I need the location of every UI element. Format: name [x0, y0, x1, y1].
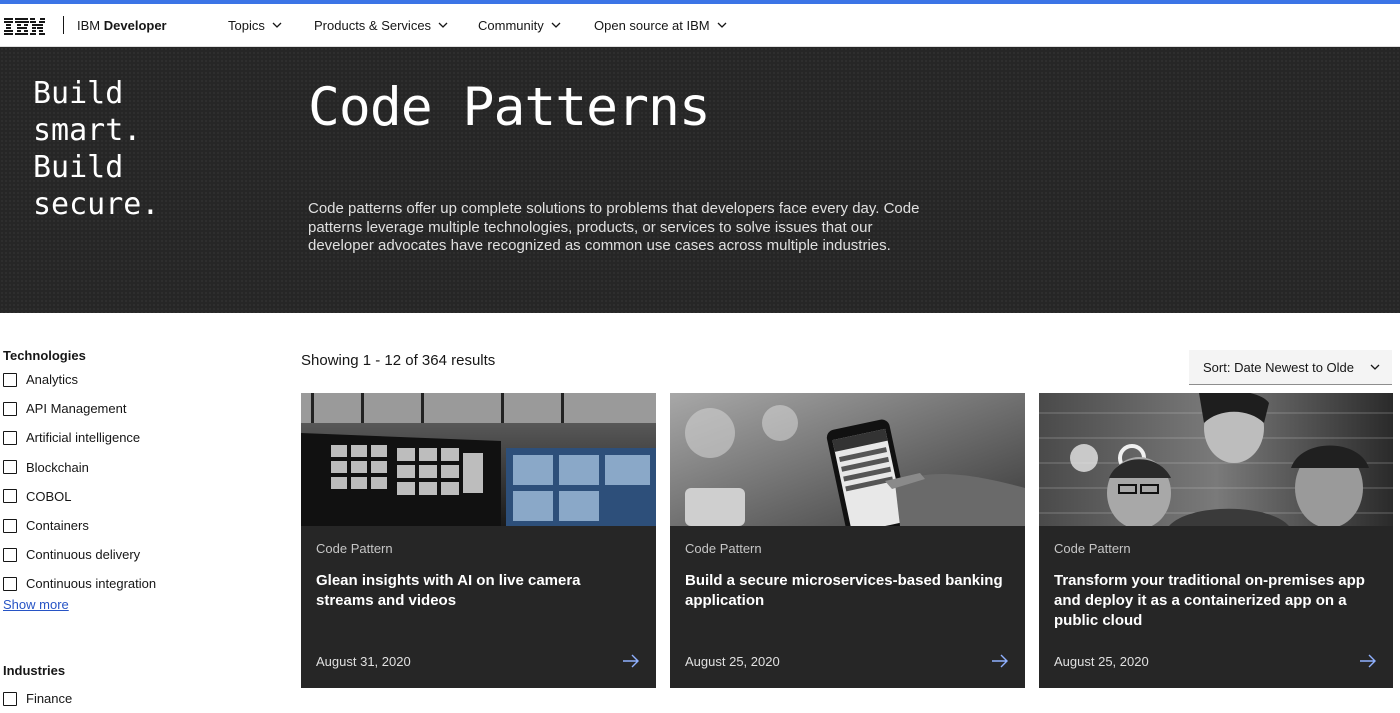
- nav-divider: [63, 16, 64, 34]
- card-title[interactable]: Build a secure microservices-based banki…: [685, 571, 1010, 611]
- filter-label: API Management: [26, 401, 127, 417]
- chevron-down-icon: [438, 22, 448, 28]
- checkbox[interactable]: [3, 518, 17, 533]
- filter-label: Finance: [26, 691, 73, 707]
- filter-label: Analytics: [26, 372, 79, 388]
- card-type-label: Code Pattern: [685, 541, 762, 556]
- card-title[interactable]: Transform your traditional on-premises a…: [1054, 571, 1379, 631]
- arrow-right-icon[interactable]: [622, 654, 640, 668]
- filter-containers[interactable]: Containers: [3, 511, 263, 540]
- filter-finance[interactable]: Finance: [3, 684, 72, 713]
- card-date: August 25, 2020: [1054, 654, 1149, 669]
- filter-label: COBOL: [26, 488, 72, 504]
- industries-filter-group: Industries Finance: [3, 663, 72, 713]
- chevron-down-icon: [1370, 364, 1380, 370]
- sort-label: Sort: Date Newest to Olde: [1203, 359, 1355, 375]
- online-banking-phone-image: [670, 393, 1025, 526]
- code-pattern-card[interactable]: Code Pattern Glean insights with AI on l…: [301, 393, 656, 688]
- filter-label: Artificial intelligence: [26, 430, 141, 446]
- card-date: August 31, 2020: [316, 654, 411, 669]
- hero-tagline: Build smart. Build secure.: [33, 76, 160, 222]
- filter-sidebar: Technologies Analytics API Management Ar…: [3, 348, 263, 612]
- menu-open-source[interactable]: Open source at IBM: [594, 18, 727, 33]
- developers-at-screen-image: [1039, 393, 1393, 526]
- hero-banner: Build smart. Build secure. Code Patterns…: [0, 47, 1400, 313]
- hero-description: Code patterns offer up complete solution…: [308, 200, 920, 254]
- menu-community[interactable]: Community: [478, 18, 561, 33]
- card-date: August 25, 2020: [685, 654, 780, 669]
- menu-topics[interactable]: Topics: [228, 18, 282, 33]
- chevron-down-icon: [717, 22, 727, 28]
- checkbox[interactable]: [3, 547, 17, 562]
- checkbox[interactable]: [3, 576, 17, 591]
- filter-analytics[interactable]: Analytics: [3, 365, 263, 394]
- brand-prefix: IBM: [77, 18, 101, 33]
- arrow-right-icon[interactable]: [1359, 654, 1377, 668]
- brand-suffix: Developer: [103, 18, 167, 33]
- sort-dropdown[interactable]: Sort: Date Newest to Olde: [1189, 350, 1392, 385]
- menu-label: Community: [478, 18, 544, 33]
- filter-cobol[interactable]: COBOL: [3, 482, 263, 511]
- filter-blockchain[interactable]: Blockchain: [3, 453, 263, 482]
- checkbox[interactable]: [3, 372, 17, 387]
- menu-products-services[interactable]: Products & Services: [314, 18, 448, 33]
- filter-continuous-integration[interactable]: Continuous integration: [3, 569, 263, 598]
- code-pattern-card[interactable]: Code Pattern Build a secure microservice…: [670, 393, 1025, 688]
- filter-api-management[interactable]: API Management: [3, 394, 263, 423]
- code-pattern-card[interactable]: Code Pattern Transform your traditional …: [1039, 393, 1393, 688]
- checkbox[interactable]: [3, 401, 17, 416]
- menu-label: Topics: [228, 18, 265, 33]
- card-type-label: Code Pattern: [316, 541, 393, 556]
- checkbox[interactable]: [3, 691, 17, 706]
- checkbox[interactable]: [3, 460, 17, 475]
- filter-label: Containers: [26, 518, 89, 534]
- show-more-link[interactable]: Show more: [3, 597, 263, 612]
- checkbox[interactable]: [3, 430, 17, 445]
- technologies-heading: Technologies: [3, 348, 86, 363]
- card-title[interactable]: Glean insights with AI on live camera st…: [316, 571, 641, 611]
- filter-label: Continuous integration: [26, 576, 157, 592]
- filter-label: Continuous delivery: [26, 547, 141, 563]
- page-title: Code Patterns: [308, 77, 711, 138]
- camera-monitor-wall-image: [301, 393, 656, 526]
- chevron-down-icon: [551, 22, 561, 28]
- arrow-right-icon[interactable]: [991, 654, 1009, 668]
- top-navigation: IBM Developer Topics Products & Services…: [0, 4, 1400, 47]
- card-type-label: Code Pattern: [1054, 541, 1131, 556]
- filter-continuous-delivery[interactable]: Continuous delivery: [3, 540, 263, 569]
- brand-name[interactable]: IBM Developer: [77, 18, 167, 33]
- industries-heading: Industries: [3, 663, 66, 678]
- filter-label: Blockchain: [26, 459, 89, 475]
- menu-label: Open source at IBM: [594, 18, 710, 33]
- ibm-logo[interactable]: [4, 18, 46, 35]
- results-count: Showing 1 - 12 of 364 results: [301, 352, 496, 369]
- chevron-down-icon: [272, 22, 282, 28]
- checkbox[interactable]: [3, 489, 17, 504]
- menu-label: Products & Services: [314, 18, 432, 33]
- filter-artificial-intelligence[interactable]: Artificial intelligence: [3, 423, 263, 452]
